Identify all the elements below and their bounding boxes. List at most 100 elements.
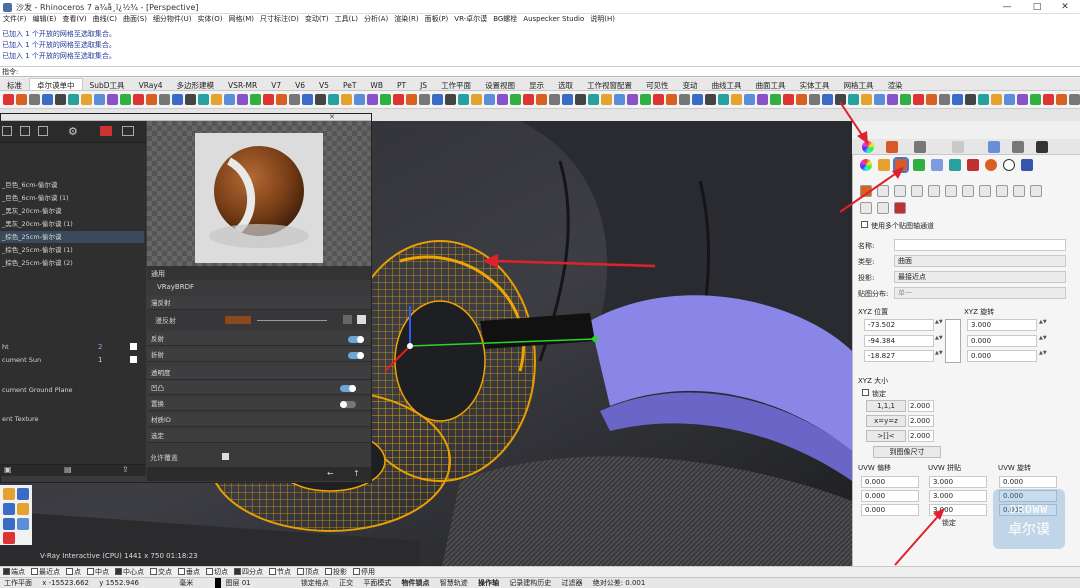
toolbar-tool-icon[interactable] xyxy=(185,94,196,105)
menu-item[interactable]: 工具(L) xyxy=(332,14,361,25)
tab-0[interactable]: 标准 xyxy=(0,79,29,90)
toolbar-tool-icon[interactable] xyxy=(718,94,729,105)
osnap-checkbox[interactable] xyxy=(66,568,73,575)
osnap-option[interactable]: 节点 xyxy=(266,567,294,577)
tab-19[interactable]: 变动 xyxy=(676,79,705,90)
toolbar-tool-icon[interactable] xyxy=(783,94,794,105)
osnap-option[interactable]: 停用 xyxy=(350,567,378,577)
toolbar-tool-icon[interactable] xyxy=(107,94,118,105)
osnap-option[interactable]: 点 xyxy=(63,567,84,577)
status-history[interactable]: 记录建构历史 xyxy=(505,578,555,588)
command-prompt[interactable]: 指令: xyxy=(0,67,1080,77)
toolbar-tool-icon[interactable] xyxy=(653,94,664,105)
status-layer[interactable]: 图层 01 xyxy=(215,578,254,588)
osnap-option[interactable]: 中点 xyxy=(84,567,112,577)
material-item[interactable]: _棕色_25cm-偷尔谟 (2) xyxy=(0,257,144,269)
osnap-option[interactable]: 切点 xyxy=(203,567,231,577)
tab-17[interactable]: 工作视窗配置 xyxy=(580,79,639,90)
diffuse-checkbox[interactable] xyxy=(357,315,366,324)
toolbar-tool-icon[interactable] xyxy=(627,94,638,105)
status-smarttrack[interactable]: 智慧轨迹 xyxy=(436,578,472,588)
status-gumball[interactable]: 操作轴 xyxy=(474,578,503,588)
toolbar-tool-icon[interactable] xyxy=(796,94,807,105)
toolbar-tool-icon[interactable] xyxy=(315,94,326,105)
toolbar-tool-icon[interactable] xyxy=(3,94,14,105)
menu-item[interactable]: VR-卓尔谟 xyxy=(451,14,490,25)
osnap-checkbox[interactable] xyxy=(31,568,38,575)
toolbar-tool-icon[interactable] xyxy=(94,94,105,105)
section-options[interactable]: 选定 xyxy=(147,429,371,443)
toolbar-tool-icon[interactable] xyxy=(237,94,248,105)
toolbar-tool-icon[interactable] xyxy=(302,94,313,105)
folder-icon[interactable]: ▤ xyxy=(64,465,72,474)
toolbar-tool-icon[interactable] xyxy=(510,94,521,105)
menu-item[interactable]: 文件(F) xyxy=(0,14,30,25)
toolbar-tool-icon[interactable] xyxy=(393,94,404,105)
status-planar[interactable]: 平面模式 xyxy=(359,578,395,588)
status-osnap[interactable]: 物件锁点 xyxy=(398,578,434,588)
toolbar-tool-icon[interactable] xyxy=(432,94,443,105)
bump-toggle[interactable] xyxy=(340,385,356,392)
section-reflection[interactable]: 反射 xyxy=(147,332,371,346)
osnap-checkbox[interactable] xyxy=(87,568,94,575)
toolbar-tool-icon[interactable] xyxy=(497,94,508,105)
menu-item[interactable]: Auspecker Studio xyxy=(520,14,587,25)
tab-23[interactable]: 网格工具 xyxy=(837,79,881,90)
osnap-option[interactable]: 最近点 xyxy=(28,567,63,577)
window-icon[interactable] xyxy=(122,126,134,136)
toolbar-tool-icon[interactable] xyxy=(81,94,92,105)
osnap-checkbox[interactable] xyxy=(269,568,276,575)
toolbar-tool-icon[interactable] xyxy=(68,94,79,105)
tab-6[interactable]: V7 xyxy=(264,79,288,90)
tab-8[interactable]: V5 xyxy=(312,79,336,90)
tab-24[interactable]: 渲染 xyxy=(881,79,910,90)
toolbar-tool-icon[interactable] xyxy=(575,94,586,105)
osnap-option[interactable]: 中心点 xyxy=(112,567,147,577)
section-diffuse[interactable]: 漫反射 xyxy=(147,296,371,310)
tool-icon[interactable] xyxy=(3,488,15,500)
material-item[interactable]: _巨色_6cm-偷尔谟 xyxy=(0,179,144,191)
tool-icon[interactable] xyxy=(17,518,29,530)
toolbar-tool-icon[interactable] xyxy=(42,94,53,105)
tab-12[interactable]: JS xyxy=(413,79,434,90)
toolbar-tool-icon[interactable] xyxy=(354,94,365,105)
panel-close-icon[interactable]: ✕ xyxy=(329,113,335,121)
tab-20[interactable]: 曲线工具 xyxy=(705,79,749,90)
section-refraction[interactable]: 折射 xyxy=(147,348,371,362)
osnap-checkbox[interactable] xyxy=(3,568,10,575)
toolbar-tool-icon[interactable] xyxy=(484,94,495,105)
tab-3[interactable]: VRay4 xyxy=(132,79,170,90)
tab-7[interactable]: V6 xyxy=(288,79,312,90)
osnap-option[interactable]: 端点 xyxy=(0,567,28,577)
material-item[interactable]: _黑灰_20cm-偷尔谟 (1) xyxy=(0,218,144,230)
menu-item[interactable]: 分析(A) xyxy=(361,14,391,25)
tab-9[interactable]: PeT xyxy=(336,79,363,90)
tool-icon[interactable] xyxy=(17,503,29,515)
menu-item[interactable]: BG螺栓 xyxy=(490,14,520,25)
status-filter[interactable]: 过滤器 xyxy=(557,578,586,588)
toolbar-tool-icon[interactable] xyxy=(731,94,742,105)
material-type-row[interactable]: VRayBRDF xyxy=(147,280,371,294)
status-ortho[interactable]: 正交 xyxy=(335,578,357,588)
menu-item[interactable]: 网格(M) xyxy=(226,14,258,25)
light-checkbox[interactable] xyxy=(130,343,137,350)
toolbar-tool-icon[interactable] xyxy=(549,94,560,105)
toolbar-tool-icon[interactable] xyxy=(120,94,131,105)
osnap-checkbox[interactable] xyxy=(325,568,332,575)
toolbar-tool-icon[interactable] xyxy=(224,94,235,105)
osnap-checkbox[interactable] xyxy=(115,568,122,575)
toolbar-tool-icon[interactable] xyxy=(471,94,482,105)
minimize-button[interactable]: — xyxy=(992,0,1022,14)
menu-item[interactable]: 说明(H) xyxy=(587,14,618,25)
toolbar-tool-icon[interactable] xyxy=(159,94,170,105)
toolbar-tool-icon[interactable] xyxy=(562,94,573,105)
osnap-checkbox[interactable] xyxy=(234,568,241,575)
cube-icon[interactable] xyxy=(2,126,12,136)
maximize-button[interactable]: □ xyxy=(1022,0,1052,14)
light-checkbox[interactable] xyxy=(130,356,137,363)
refraction-toggle[interactable] xyxy=(348,352,364,359)
tab-14[interactable]: 设置视图 xyxy=(478,79,522,90)
tab-2[interactable]: SubD工具 xyxy=(83,79,132,90)
close-button[interactable]: ✕ xyxy=(1050,0,1080,14)
toolbar-tool-icon[interactable] xyxy=(640,94,651,105)
